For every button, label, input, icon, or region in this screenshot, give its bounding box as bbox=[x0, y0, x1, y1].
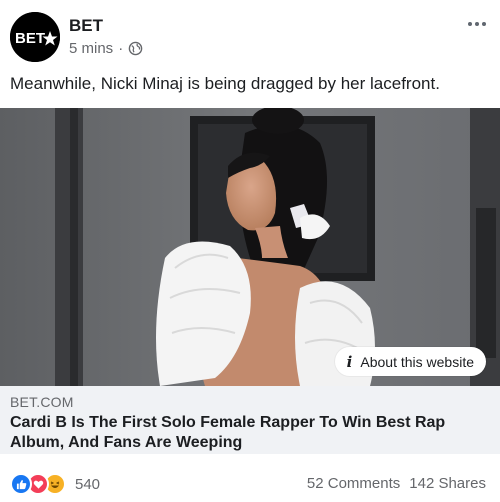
meta-separator: · bbox=[118, 40, 124, 57]
bet-logo-text: BET bbox=[15, 30, 45, 47]
post-meta: 5 mins · bbox=[69, 40, 143, 57]
link-headline: Cardi B Is The First Solo Female Rapper … bbox=[10, 414, 446, 451]
photo-illustration bbox=[0, 108, 500, 386]
engagement-counts: 52 Comments 142 Shares bbox=[307, 475, 486, 492]
page-avatar[interactable]: BET bbox=[10, 12, 60, 62]
like-icon bbox=[10, 473, 32, 495]
comments-count[interactable]: 52 Comments bbox=[307, 475, 400, 492]
reaction-count: 540 bbox=[75, 475, 101, 493]
post-caption: Meanwhile, Nicki Minaj is being dragged … bbox=[10, 74, 440, 93]
about-website-label: About this website bbox=[360, 353, 474, 370]
reactions-summary[interactable]: 540 bbox=[10, 473, 100, 495]
bet-logo: BET bbox=[10, 12, 60, 62]
about-website-button[interactable]: i About this website bbox=[334, 347, 486, 376]
link-domain: BET.COM bbox=[10, 394, 74, 410]
globe-icon[interactable] bbox=[128, 41, 143, 56]
page-name[interactable]: BET bbox=[69, 16, 103, 36]
engagement-bar: 540 52 Comments 142 Shares bbox=[0, 463, 500, 499]
post-header: BET BET 5 mins · bbox=[0, 0, 500, 66]
link-preview-image[interactable]: i About this website bbox=[0, 108, 500, 386]
link-preview-text[interactable]: BET.COM Cardi B Is The First Solo Female… bbox=[0, 386, 500, 454]
shares-count[interactable]: 142 Shares bbox=[409, 475, 486, 492]
info-icon: i bbox=[346, 352, 353, 371]
post-time[interactable]: 5 mins bbox=[69, 40, 113, 57]
more-options-icon[interactable] bbox=[468, 21, 486, 27]
